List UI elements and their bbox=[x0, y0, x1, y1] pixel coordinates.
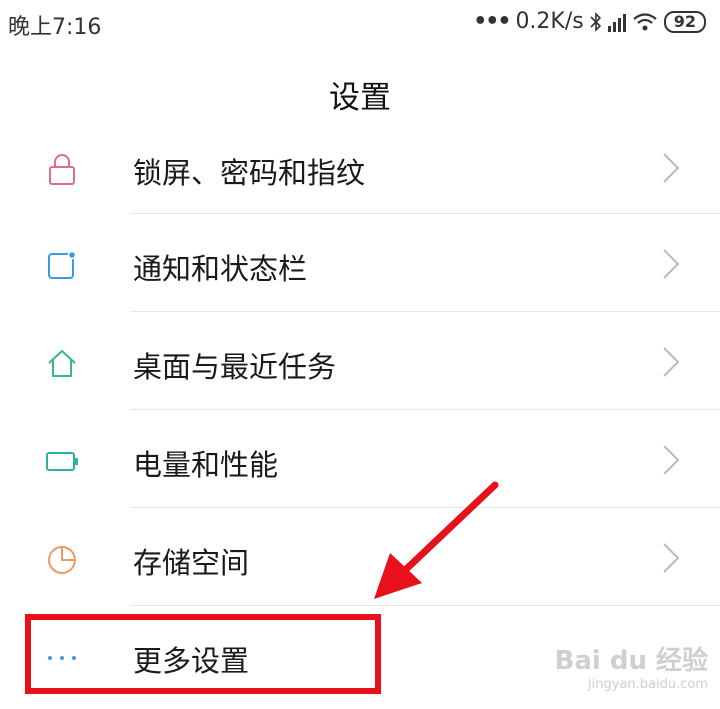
settings-item-label: 存储空间 bbox=[133, 546, 250, 580]
status-bar: 晚上7:16 ••• 0.2K/s 92 bbox=[0, 0, 720, 46]
settings-item-notifications[interactable]: 通知和状态栏 bbox=[0, 216, 720, 312]
chevron-right-icon bbox=[663, 543, 680, 573]
home-icon bbox=[48, 350, 76, 377]
settings-item-label: 桌面与最近任务 bbox=[133, 350, 337, 384]
divider bbox=[130, 213, 720, 214]
pie-chart-icon bbox=[48, 546, 76, 574]
page-title: 设置 bbox=[329, 80, 391, 116]
battery-icon bbox=[46, 452, 78, 471]
watermark: Bai du 经验 jingyan.baidu.com bbox=[555, 640, 709, 692]
notification-icon bbox=[48, 250, 77, 279]
chevron-right-icon bbox=[663, 347, 680, 377]
chevron-right-icon bbox=[663, 153, 680, 183]
divider bbox=[130, 409, 720, 410]
lock-icon bbox=[49, 154, 75, 185]
divider bbox=[130, 311, 720, 312]
watermark-text: Bai du 经验 bbox=[554, 646, 709, 676]
settings-item-label: 锁屏、密码和指纹 bbox=[133, 156, 366, 190]
watermark-url: jingyan.baidu.com bbox=[588, 677, 708, 692]
settings-item-lock[interactable]: 锁屏、密码和指纹 bbox=[0, 120, 720, 216]
highlight-box bbox=[25, 614, 381, 694]
divider bbox=[130, 605, 720, 606]
red-arrow-annotation bbox=[374, 481, 499, 599]
wifi-icon bbox=[633, 12, 657, 30]
settings-item-label: 通知和状态栏 bbox=[133, 252, 308, 286]
settings-item-label: 电量和性能 bbox=[133, 448, 279, 482]
hd-signal-icon bbox=[607, 12, 626, 32]
chevron-right-icon bbox=[663, 249, 680, 279]
status-time: 晚上7:16 bbox=[8, 15, 102, 40]
more-dots-icon: ••• bbox=[473, 9, 511, 34]
settings-item-desktop[interactable]: 桌面与最近任务 bbox=[0, 314, 720, 410]
status-icons: ••• 0.2K/s 92 bbox=[473, 9, 706, 34]
battery-indicator: 92 bbox=[663, 10, 706, 33]
network-speed: 0.2K/s bbox=[515, 9, 584, 34]
bluetooth-icon bbox=[590, 11, 601, 32]
chevron-right-icon bbox=[663, 445, 680, 475]
